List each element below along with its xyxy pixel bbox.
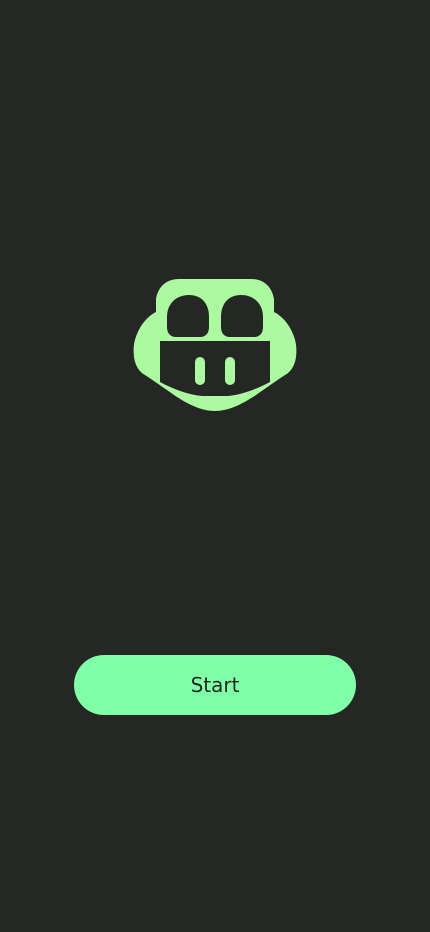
start-button[interactable]: Start	[74, 655, 356, 715]
copilot-face-icon	[133, 275, 297, 412]
start-screen: Start	[0, 0, 430, 932]
